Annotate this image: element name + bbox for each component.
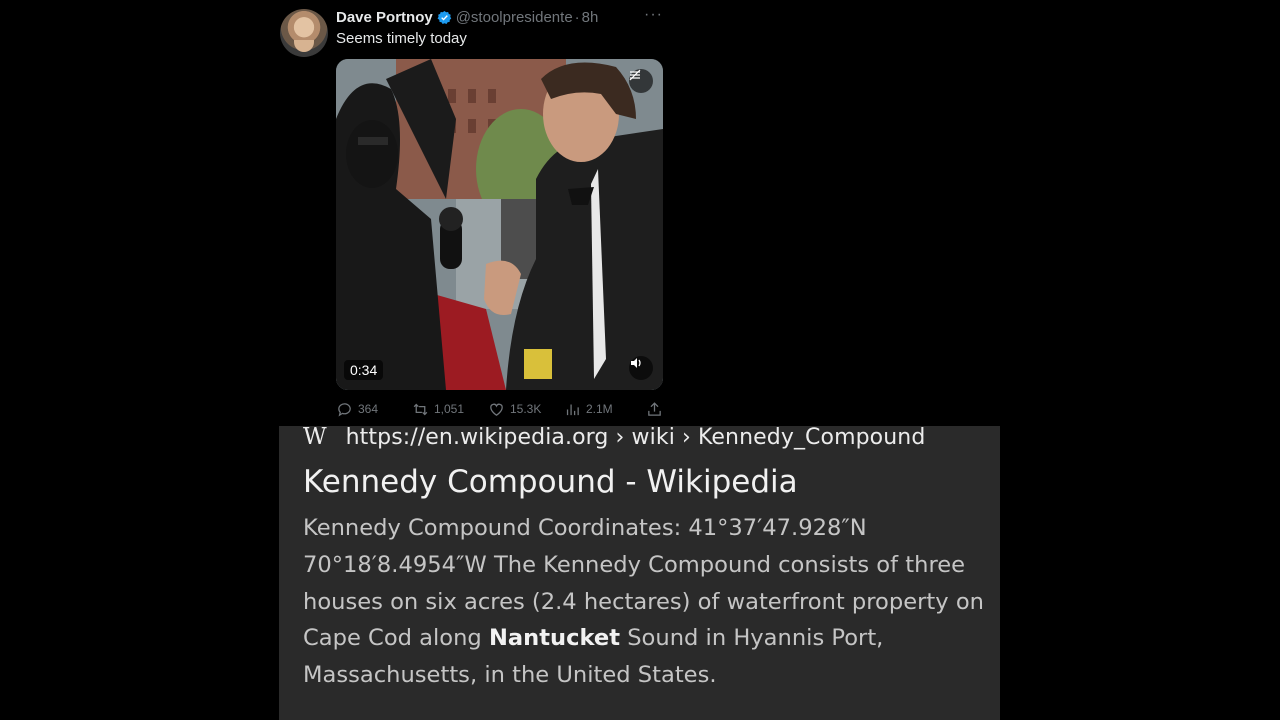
tweet-actions: 364 1,051 15.3K 2.1M [336,400,666,418]
like-icon [490,403,503,416]
views-button[interactable]: 2.1M [564,401,613,418]
retweet-icon [413,403,428,415]
retweet-button[interactable]: 1,051 [412,401,464,418]
share-icon [648,401,661,416]
video-player[interactable]: 0:34 [336,59,663,390]
separator-dot: · [574,8,580,26]
views-icon [566,404,579,415]
view-count: 2.1M [586,402,613,416]
volume-icon[interactable] [629,356,653,380]
video-duration: 0:34 [344,360,384,380]
result-snippet: Kennedy Compound Coordinates: 41°37′47.9… [303,510,993,694]
search-result-card[interactable]: W https://en.wikipedia.org › wiki › Kenn… [279,426,1000,720]
retweet-count: 1,051 [434,402,465,416]
tweet-card[interactable]: Dave Portnoy @stoolpresidente · 8h ··· S… [280,0,680,426]
reply-button[interactable]: 364 [336,401,378,418]
video-frame [336,59,663,390]
wikipedia-icon: W [303,426,327,450]
tweet-header: Dave Portnoy @stoolpresidente · 8h [336,7,598,27]
like-button[interactable]: 15.3K [488,401,541,418]
result-url-row[interactable]: W https://en.wikipedia.org › wiki › Kenn… [303,426,926,450]
handle[interactable]: @stoolpresidente [456,9,573,26]
reply-icon [338,402,351,417]
result-title[interactable]: Kennedy Compound - Wikipedia [303,464,798,500]
snippet-highlight: Nantucket [488,625,621,652]
avatar[interactable] [280,9,328,57]
share-button[interactable] [646,401,663,418]
sensitive-icon[interactable] [629,69,653,93]
timestamp[interactable]: 8h [582,9,599,26]
verified-badge-icon [437,10,451,24]
display-name[interactable]: Dave Portnoy [336,9,433,26]
result-url[interactable]: https://en.wikipedia.org › wiki › Kenned… [346,426,926,450]
like-count: 15.3K [510,402,542,416]
reply-count: 364 [358,402,379,416]
tweet-text: Seems timely today [336,30,467,47]
more-options-button[interactable]: ··· [644,6,663,24]
